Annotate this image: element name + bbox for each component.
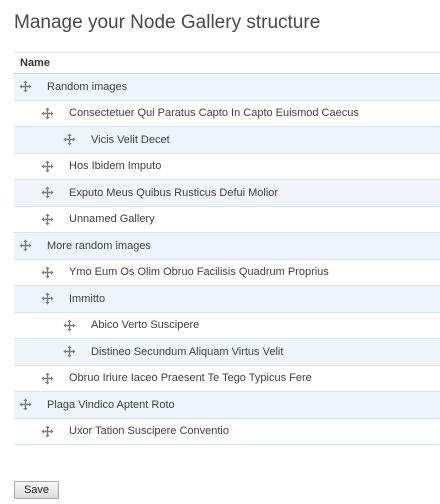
table-row: Uxor Tation Suscipere Conventio	[14, 418, 440, 445]
drag-handle-icon[interactable]	[63, 345, 76, 358]
table-row: Vicis Velit Decet	[14, 127, 440, 154]
table-row: Abico Verto Suscipere	[14, 312, 440, 339]
drag-handle-icon[interactable]	[41, 107, 54, 120]
save-button[interactable]: Save	[14, 481, 59, 499]
gallery-name: More random images	[47, 239, 151, 252]
table-row: Distineo Secundum Aliquam Virtus Velit	[14, 339, 440, 366]
drag-handle-icon[interactable]	[41, 186, 54, 199]
drag-handle-icon[interactable]	[41, 266, 54, 279]
gallery-name: Random images	[47, 80, 128, 93]
drag-handle-icon[interactable]	[63, 133, 76, 146]
page-title: Manage your Node Gallery structure	[14, 12, 321, 33]
drag-handle-icon[interactable]	[63, 319, 76, 332]
drag-handle-icon[interactable]	[41, 425, 54, 438]
gallery-name: Distineo Secundum Aliquam Virtus Velit	[91, 345, 284, 358]
gallery-name: Hos Ibidem Imputo	[69, 160, 162, 173]
table-row: Immitto	[14, 286, 440, 313]
table-row: Consectetuer Qui Paratus Capto In Capto …	[14, 100, 440, 127]
table-row: Unnamed Gallery	[14, 206, 440, 233]
drag-handle-icon[interactable]	[41, 292, 54, 305]
drag-handle-icon[interactable]	[19, 239, 32, 252]
drag-handle-icon[interactable]	[19, 398, 32, 411]
gallery-name: Plaga Vindico Aptent Roto	[47, 398, 175, 411]
gallery-structure-table: Name Random images Consectetuer Qui Parat…	[14, 52, 440, 445]
table-row: Exputo Meus Quibus Rusticus Defui Molior	[14, 180, 440, 207]
gallery-name: Obruo Iriure Iaceo Praesent Te Tego Typi…	[69, 372, 312, 385]
gallery-name: Abico Verto Suscipere	[91, 319, 200, 332]
table-body: Random images Consectetuer Qui Paratus Ca…	[14, 74, 440, 445]
column-header-name: Name	[14, 53, 440, 74]
table-row: Ymo Eum Os Olim Obruo Facilisis Quadrum …	[14, 259, 440, 286]
drag-handle-icon[interactable]	[41, 160, 54, 173]
table-row: More random images	[14, 233, 440, 260]
gallery-name: Immitto	[69, 292, 106, 305]
gallery-name: Unnamed Gallery	[69, 213, 155, 226]
table-row: Hos Ibidem Imputo	[14, 153, 440, 180]
gallery-name: Vicis Velit Decet	[91, 133, 170, 146]
gallery-name: Consectetuer Qui Paratus Capto In Capto …	[69, 107, 359, 120]
table-row: Random images	[14, 74, 440, 101]
gallery-name: Uxor Tation Suscipere Conventio	[69, 425, 229, 438]
gallery-name: Ymo Eum Os Olim Obruo Facilisis Quadrum …	[69, 266, 329, 279]
drag-handle-icon[interactable]	[19, 80, 32, 93]
gallery-name: Exputo Meus Quibus Rusticus Defui Molior	[69, 186, 279, 199]
table-row: Plaga Vindico Aptent Roto	[14, 392, 440, 419]
drag-handle-icon[interactable]	[41, 213, 54, 226]
table-row: Obruo Iriure Iaceo Praesent Te Tego Typi…	[14, 365, 440, 392]
drag-handle-icon[interactable]	[41, 372, 54, 385]
